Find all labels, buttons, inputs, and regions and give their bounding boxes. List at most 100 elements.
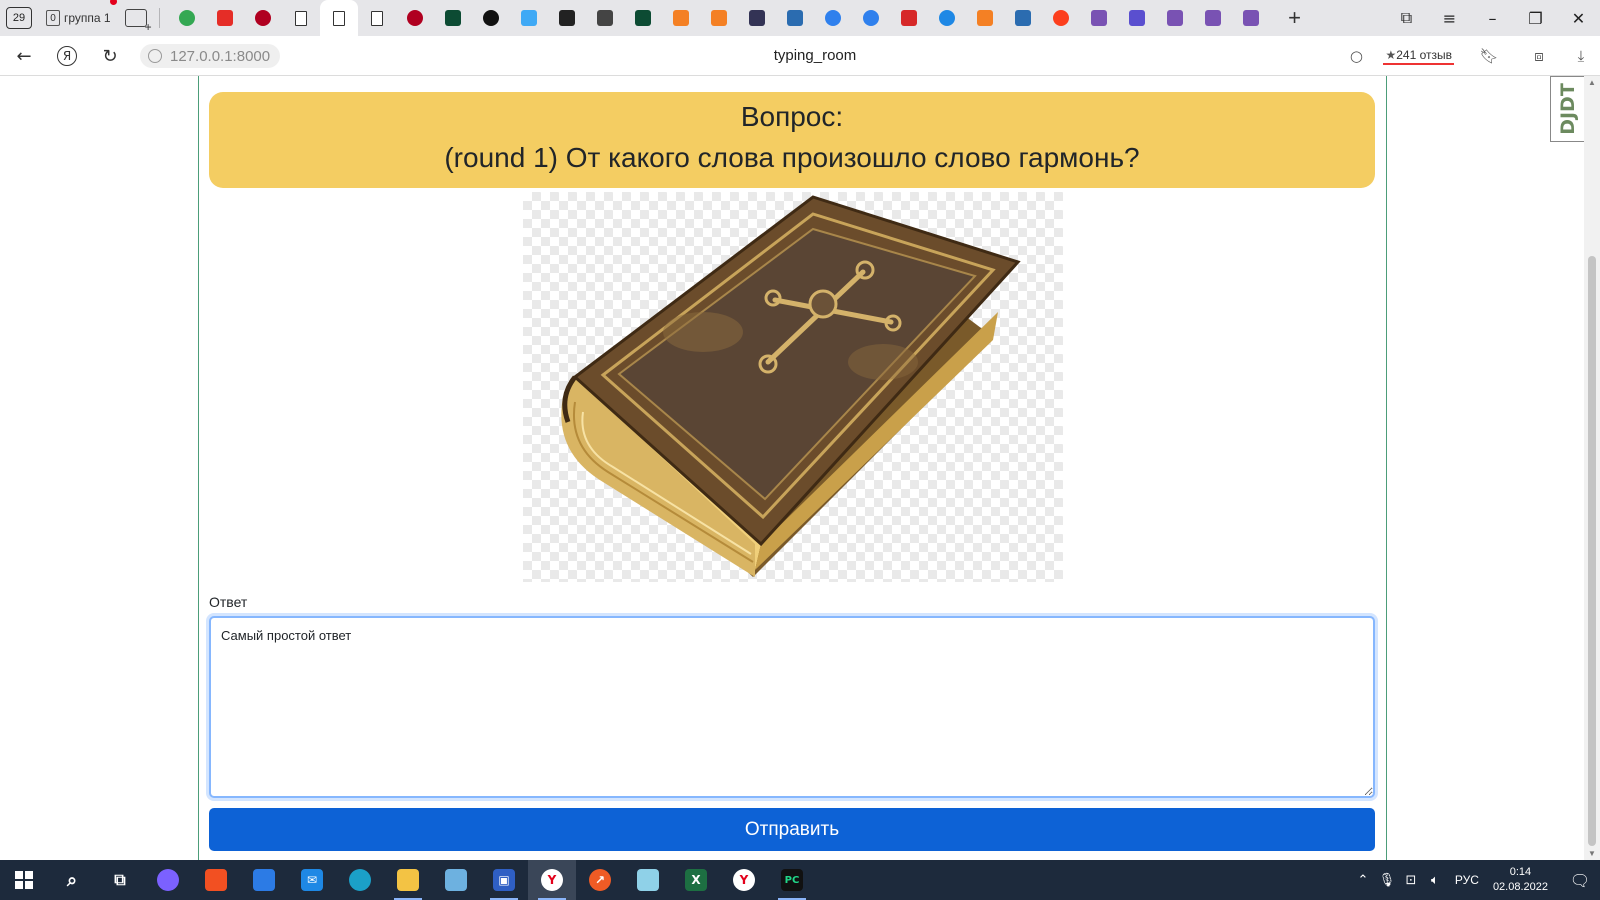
extensions-icon[interactable]: ⧈ xyxy=(1528,45,1550,67)
frame-icon xyxy=(748,10,765,26)
clock[interactable]: 0:14 02.08.2022 xyxy=(1493,865,1548,895)
postman-icon[interactable]: ↗ xyxy=(576,860,624,900)
browser-tab[interactable] xyxy=(1156,0,1194,36)
tab-counter-button[interactable]: 29 xyxy=(6,7,32,29)
browser-tab[interactable] xyxy=(890,0,928,36)
browser-tab[interactable] xyxy=(1004,0,1042,36)
remote-desktop-icon[interactable] xyxy=(240,860,288,900)
browser-tab[interactable] xyxy=(966,0,1004,36)
bootstrap-icon xyxy=(1204,10,1221,26)
browser-tab[interactable] xyxy=(168,0,206,36)
reviews-badge[interactable]: ★241 отзыв xyxy=(1383,48,1454,65)
task-view-icon[interactable]: ⧉ xyxy=(96,860,144,900)
notification-center-icon[interactable]: 🗨︎ xyxy=(1560,871,1600,890)
pycharm-icon[interactable]: PC xyxy=(768,860,816,900)
answer-textarea[interactable] xyxy=(209,616,1375,798)
browser-tab[interactable] xyxy=(776,0,814,36)
close-icon[interactable]: ✕ xyxy=(1557,9,1600,28)
browser-tab[interactable] xyxy=(282,0,320,36)
minimize-icon[interactable]: – xyxy=(1471,9,1514,28)
bootstrap-icon xyxy=(1166,10,1183,26)
browser-tab[interactable] xyxy=(1080,0,1118,36)
scrollbar-thumb[interactable] xyxy=(1588,256,1596,846)
bookmark-icon[interactable]: 🔖︎ xyxy=(1478,45,1500,67)
download-icon[interactable]: ⤓ xyxy=(1570,45,1592,67)
room-card: Вопрос: (round 1) От какого слова произо… xyxy=(198,76,1387,860)
address-bar-actions: ○ ★241 отзыв 🔖︎ ⧈ ⤓ xyxy=(1337,42,1600,70)
document-icon xyxy=(370,10,383,26)
network-icon[interactable]: ⊡ xyxy=(1399,873,1423,888)
browser-tab[interactable] xyxy=(814,0,852,36)
yandex-icon[interactable]: Y xyxy=(720,860,768,900)
store-icon[interactable] xyxy=(192,860,240,900)
browser-tab[interactable] xyxy=(1194,0,1232,36)
save-disk-icon[interactable]: ▣ xyxy=(480,860,528,900)
new-tab-group-icon[interactable] xyxy=(124,9,152,34)
drop-icon xyxy=(862,10,879,26)
circle-slash-icon xyxy=(482,10,499,26)
reviews-count: 241 отзыв xyxy=(1396,47,1452,62)
browser-tab[interactable] xyxy=(662,0,700,36)
tab-strip-divider xyxy=(158,8,160,28)
menu-icon[interactable]: ≡ xyxy=(1428,9,1471,28)
clock-date: 02.08.2022 xyxy=(1492,881,1548,893)
tab-counter-value: 29 xyxy=(12,12,26,24)
language-indicator[interactable]: РУС xyxy=(1455,873,1479,887)
chevron-up-icon[interactable]: ⌃ xyxy=(1351,873,1375,888)
page-scrollbar[interactable]: ▲ ▼ xyxy=(1584,76,1600,860)
restore-icon[interactable]: ❐ xyxy=(1514,9,1557,28)
start-button[interactable] xyxy=(0,860,48,900)
browser-tab[interactable] xyxy=(358,0,396,36)
browser-tab[interactable] xyxy=(548,0,586,36)
browser-tab[interactable] xyxy=(586,0,624,36)
scroll-down-icon[interactable]: ▼ xyxy=(1588,849,1596,858)
submit-button[interactable]: Отправить xyxy=(209,808,1375,851)
browser-tab[interactable] xyxy=(396,0,434,36)
tab-group-button[interactable]: 0 группа 1 xyxy=(46,0,117,30)
yandex-browser-icon[interactable]: Y xyxy=(528,860,576,900)
book-illustration xyxy=(561,195,1021,577)
browser-tab[interactable] xyxy=(1118,0,1156,36)
search-icon[interactable]: ⌕ xyxy=(48,860,96,900)
m-icon xyxy=(596,10,613,26)
browser-tab[interactable] xyxy=(1042,0,1080,36)
browser-tab[interactable] xyxy=(319,0,358,36)
notification-dot-icon xyxy=(109,0,117,5)
question-label: Вопрос: xyxy=(740,101,844,132)
hex-icon xyxy=(558,10,575,26)
browser-tab[interactable] xyxy=(472,0,510,36)
browser-tab[interactable] xyxy=(852,0,890,36)
excel-icon[interactable]: X xyxy=(672,860,720,900)
notepad-icon[interactable] xyxy=(624,860,672,900)
alice-assistant-icon[interactable] xyxy=(144,860,192,900)
browser-tab[interactable] xyxy=(700,0,738,36)
camera-icon xyxy=(824,10,841,26)
volume-icon[interactable]: 🔈︎ xyxy=(1423,873,1447,888)
scroll-up-icon[interactable]: ▲ xyxy=(1588,78,1596,87)
browser-tab[interactable] xyxy=(624,0,662,36)
microphone-icon[interactable]: 🎙︎ xyxy=(1375,873,1399,888)
browser-tab[interactable] xyxy=(244,0,282,36)
document-icon xyxy=(294,10,307,26)
search-bubble-icon[interactable]: ○ xyxy=(1345,45,1367,67)
browser-tab-strip: 29 0 группа 1 + ⧉ ≡ – ❐ ✕ xyxy=(0,0,1600,36)
browser-tab[interactable] xyxy=(510,0,548,36)
browser-tab[interactable] xyxy=(1232,0,1270,36)
tab-group-label: группа 1 xyxy=(64,11,111,25)
file-explorer-icon[interactable] xyxy=(384,860,432,900)
new-tab-button[interactable]: + xyxy=(1282,5,1308,31)
browser-tab[interactable] xyxy=(928,0,966,36)
tab-list xyxy=(168,0,1270,36)
edge-icon[interactable] xyxy=(336,860,384,900)
django-debug-toolbar-handle[interactable]: DJDT xyxy=(1550,76,1584,142)
stack-overflow-icon xyxy=(710,10,727,26)
question-panel: Вопрос: (round 1) От какого слова произо… xyxy=(209,92,1375,188)
paint-icon[interactable] xyxy=(432,860,480,900)
bootstrap-icon xyxy=(1242,10,1259,26)
bookmarks-collections-icon[interactable]: ⧉ xyxy=(1385,8,1428,28)
mail-icon[interactable]: ✉ xyxy=(288,860,336,900)
answer-label: Ответ xyxy=(209,594,248,610)
browser-tab[interactable] xyxy=(434,0,472,36)
browser-tab[interactable] xyxy=(206,0,244,36)
browser-tab[interactable] xyxy=(738,0,776,36)
